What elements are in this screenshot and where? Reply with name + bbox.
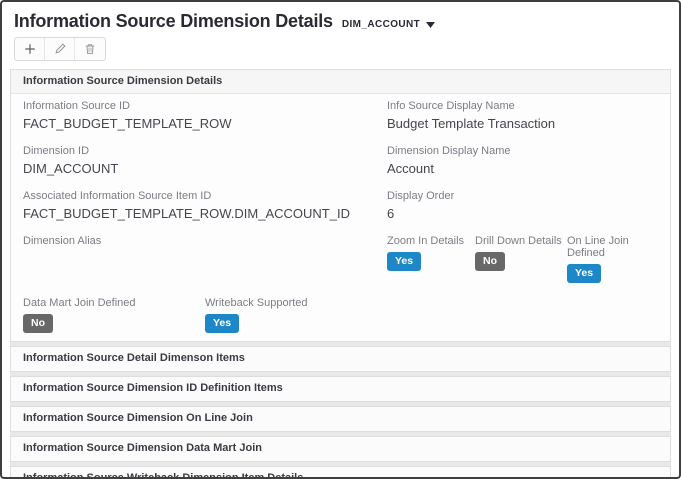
field-information-source-id: Information Source ID FACT_BUDGET_TEMPLA… (23, 100, 387, 131)
flag-data-mart-join-defined: Data Mart Join Defined No (23, 297, 205, 333)
flag-writeback-supported: Writeback Supported Yes (205, 297, 308, 333)
section-data-mart-join[interactable]: Information Source Dimension Data Mart J… (10, 436, 671, 462)
flag-badge: Yes (387, 252, 421, 271)
field-label: Info Source Display Name (387, 100, 658, 112)
accordion-sections: Information Source Detail Dimenson Items… (10, 342, 671, 479)
field-display-order: Display Order 6 (387, 190, 658, 221)
flag-label: Zoom In Details (387, 235, 475, 247)
field-label: Dimension Alias (23, 235, 387, 247)
flag-label: Writeback Supported (205, 297, 308, 309)
section-writeback-dimension-item-details[interactable]: Information Source Writeback Dimension I… (10, 466, 671, 479)
field-value: FACT_BUDGET_TEMPLATE_ROW.DIM_ACCOUNT_ID (23, 206, 387, 221)
field-label: Dimension Display Name (387, 145, 658, 157)
field-dimension-id: Dimension ID DIM_ACCOUNT (23, 145, 387, 176)
section-detail-dimenson-items[interactable]: Information Source Detail Dimenson Items (10, 346, 671, 372)
details-panel: Information Source Dimension Details Inf… (10, 69, 671, 342)
record-toolbar (14, 37, 106, 61)
field-label: Associated Information Source Item ID (23, 190, 387, 202)
details-panel-body: Information Source ID FACT_BUDGET_TEMPLA… (11, 94, 670, 341)
flag-badge: Yes (567, 264, 601, 283)
field-label: Dimension ID (23, 145, 387, 157)
pencil-icon (54, 43, 66, 55)
page-title: Information Source Dimension Details (14, 11, 333, 32)
flag-group-bottom: Data Mart Join Defined No Writeback Supp… (23, 297, 658, 333)
field-label: Display Order (387, 190, 658, 202)
section-on-line-join[interactable]: Information Source Dimension On Line Joi… (10, 406, 671, 432)
flag-badge: Yes (205, 314, 239, 333)
dimension-selector-value: DIM_ACCOUNT (342, 19, 420, 30)
flag-label: Drill Down Details (475, 235, 567, 247)
field-dimension-display-name: Dimension Display Name Account (387, 145, 658, 176)
field-value: Account (387, 161, 658, 176)
edit-button[interactable] (45, 38, 75, 60)
field-value: Budget Template Transaction (387, 116, 658, 131)
flag-zoom-in-details: Zoom In Details Yes (387, 235, 475, 283)
details-panel-header[interactable]: Information Source Dimension Details (11, 70, 670, 94)
trash-icon (84, 43, 96, 55)
app-window: Information Source Dimension Details DIM… (0, 0, 681, 479)
field-row: Associated Information Source Item ID FA… (23, 190, 658, 221)
flag-label: Data Mart Join Defined (23, 297, 205, 309)
flag-badge: No (475, 252, 505, 271)
chevron-down-icon (426, 22, 435, 28)
plus-icon (24, 43, 36, 55)
field-value: DIM_ACCOUNT (23, 161, 387, 176)
field-value: 6 (387, 206, 658, 221)
flag-label: On Line Join Defined (567, 235, 658, 259)
field-row: Dimension Alias Zoom In Details Yes Dril… (23, 235, 658, 283)
field-info-source-display-name: Info Source Display Name Budget Template… (387, 100, 658, 131)
field-value: FACT_BUDGET_TEMPLATE_ROW (23, 116, 387, 131)
flag-badge: No (23, 314, 53, 333)
field-dimension-alias: Dimension Alias (23, 235, 387, 283)
field-label: Information Source ID (23, 100, 387, 112)
dimension-selector[interactable]: DIM_ACCOUNT (342, 19, 435, 30)
field-row: Information Source ID FACT_BUDGET_TEMPLA… (23, 100, 658, 131)
section-id-definition-items[interactable]: Information Source Dimension ID Definiti… (10, 376, 671, 402)
field-associated-item-id: Associated Information Source Item ID FA… (23, 190, 387, 221)
flag-group-right: Zoom In Details Yes Drill Down Details N… (387, 235, 658, 283)
flag-drill-down-details: Drill Down Details No (475, 235, 567, 283)
delete-button[interactable] (75, 38, 105, 60)
flag-on-line-join-defined: On Line Join Defined Yes (567, 235, 658, 283)
add-button[interactable] (15, 38, 45, 60)
field-value (23, 251, 387, 266)
field-row: Dimension ID DIM_ACCOUNT Dimension Displ… (23, 145, 658, 176)
page-header: Information Source Dimension Details DIM… (2, 2, 679, 32)
